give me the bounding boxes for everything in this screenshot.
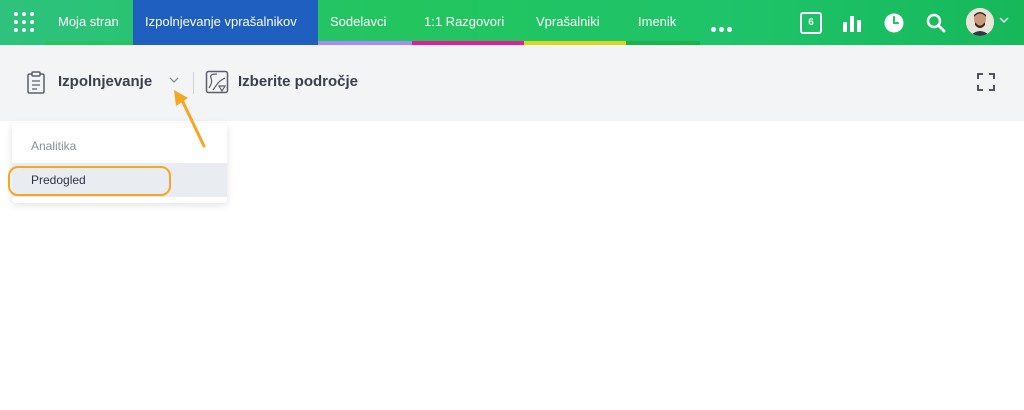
clock-icon[interactable] <box>883 12 905 34</box>
nav-item-label: Moja stran <box>58 14 119 29</box>
calendar-icon[interactable]: 6 <box>800 12 822 34</box>
user-avatar-icon <box>966 8 994 36</box>
nav-item-label: Izpolnjevanje vprašalnikov <box>145 14 297 29</box>
chevron-down-icon[interactable] <box>168 75 180 85</box>
nav-item-sodelavci[interactable]: Sodelavci <box>318 0 412 45</box>
nav-item-imenik[interactable]: Imenik <box>626 0 700 45</box>
nav-item-razgovori[interactable]: 1:1 Razgovori <box>412 0 524 45</box>
chevron-down-icon[interactable] <box>998 15 1010 25</box>
nav-item-label: Imenik <box>638 14 677 29</box>
avatar[interactable] <box>966 8 994 36</box>
nav-item-label: Vprašalniki <box>536 14 600 29</box>
area-select-label[interactable]: Izberite področje <box>238 73 358 90</box>
more-dots-icon[interactable] <box>711 19 735 37</box>
nav-item-moja-stran[interactable]: Moja stran <box>46 0 133 45</box>
bar-chart-icon[interactable] <box>841 12 863 34</box>
search-icon[interactable] <box>925 12 947 34</box>
top-navigation: Moja stran Izpolnjevanje vprašalnikov So… <box>0 0 1024 45</box>
clipboard-icon <box>27 71 45 94</box>
annotation-arrow-icon <box>174 90 206 148</box>
dropdown-item-predogled[interactable]: Predogled <box>12 163 227 197</box>
section-title: Izpolnjevanje <box>58 73 153 90</box>
toolbar: Izpolnjevanje Izberite področje <box>0 45 1024 121</box>
nav-item-label: Sodelavci <box>330 14 387 29</box>
calendar-day: 6 <box>808 17 814 28</box>
nav-item-vprasalniki[interactable]: Vprašalniki <box>524 0 626 45</box>
nav-item-label: 1:1 Razgovori <box>424 14 505 29</box>
apps-grid-icon[interactable] <box>14 12 36 34</box>
nav-item-izpolnjevanje-vprasalnikov[interactable]: Izpolnjevanje vprašalnikov <box>133 0 318 45</box>
fullscreen-icon[interactable] <box>977 73 995 91</box>
